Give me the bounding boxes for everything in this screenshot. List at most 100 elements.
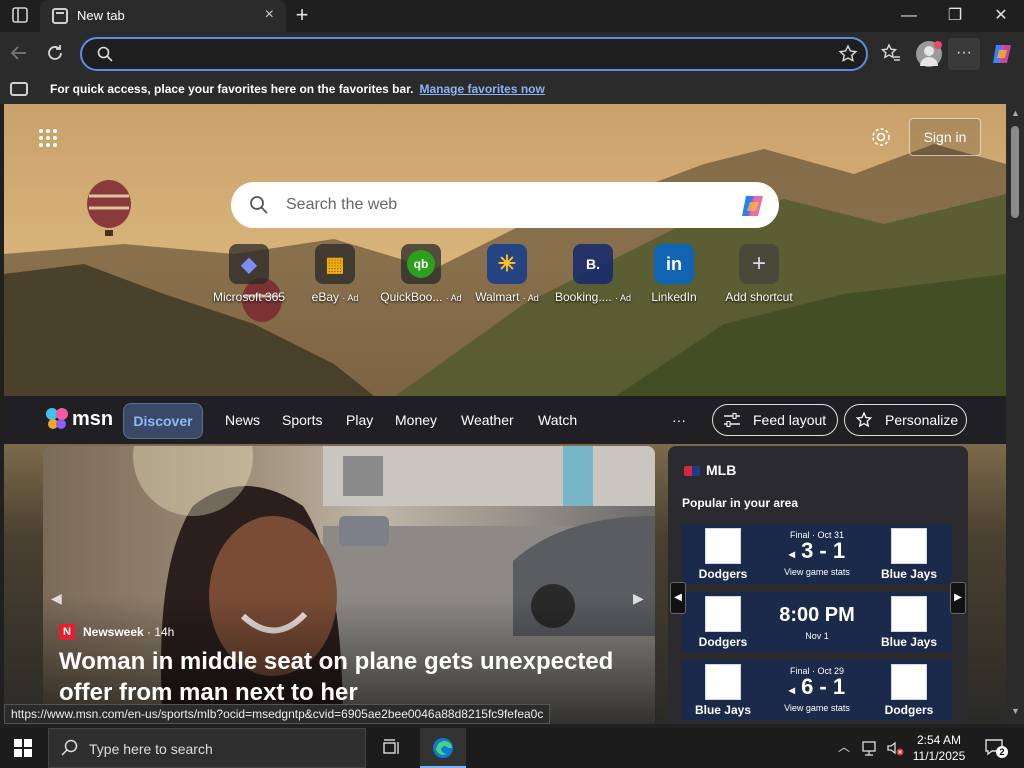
game-row[interactable]: Blue Jays Final · Oct 29 ◂ 6 - 1 View ga…: [682, 660, 952, 720]
search-icon: [96, 45, 116, 65]
task-view-icon[interactable]: [382, 738, 402, 758]
profile-alert-badge: [934, 41, 942, 49]
shortcut-label: Walmart: [475, 290, 520, 304]
away-team: Blue Jays: [874, 526, 944, 581]
shortcut-booking[interactable]: B. Booking.... · Ad: [550, 244, 636, 304]
tab-actions-icon[interactable]: [10, 6, 30, 26]
show-hidden-icons-chevron-icon[interactable]: ︿: [838, 738, 854, 754]
msn-butterfly-icon: [46, 408, 68, 429]
manage-favorites-link[interactable]: Manage favorites now: [419, 82, 544, 96]
personalize-button[interactable]: Personalize: [844, 404, 967, 436]
mlb-subtitle: Popular in your area: [682, 496, 799, 510]
favorites-icon[interactable]: [880, 42, 904, 66]
tab-weather[interactable]: Weather: [461, 412, 514, 428]
tab-discover[interactable]: Discover: [123, 403, 203, 439]
scroll-down-arrow[interactable]: ▼: [1011, 706, 1020, 716]
status-bar-url: https://www.msn.com/en-us/sports/mlb?oci…: [4, 704, 551, 724]
game-score: 6 - 1: [801, 674, 846, 699]
add-shortcut-button[interactable]: + Add shortcut: [716, 244, 802, 304]
tab-play[interactable]: Play: [346, 412, 373, 428]
plus-icon: +: [739, 244, 779, 284]
new-tab-button[interactable]: +: [290, 2, 314, 28]
web-search-box[interactable]: Search the web: [231, 182, 779, 228]
article-headline[interactable]: Woman in middle seat on plane gets unexp…: [59, 646, 619, 708]
maximize-button[interactable]: ❐: [940, 4, 970, 28]
refresh-button[interactable]: [44, 42, 68, 66]
team-name: Blue Jays: [880, 567, 938, 581]
network-icon[interactable]: [862, 739, 880, 757]
page-scrollbar[interactable]: ▲ ▼: [1006, 104, 1024, 724]
sign-in-button[interactable]: Sign in: [909, 118, 981, 156]
copilot-search-icon[interactable]: [739, 192, 767, 220]
personalize-label: Personalize: [885, 412, 959, 428]
minimize-button[interactable]: —: [894, 4, 924, 28]
taskbar-edge-button[interactable]: [420, 728, 466, 768]
view-game-stats-link[interactable]: View game stats: [757, 703, 877, 713]
tab-watch[interactable]: Watch: [538, 412, 577, 428]
mlb-logo-icon: [684, 466, 700, 476]
page-settings-gear-icon[interactable]: [870, 126, 892, 148]
booking-icon: B.: [573, 244, 613, 284]
tab-title: New tab: [77, 8, 125, 23]
clock-date: 11/1/2025: [912, 749, 966, 763]
linkedin-icon: in: [654, 244, 694, 284]
new-tab-page-icon: [52, 8, 68, 24]
mlb-next-button[interactable]: ▶: [950, 582, 966, 614]
back-button[interactable]: [8, 42, 32, 66]
scrollbar-thumb[interactable]: [1011, 126, 1019, 218]
msn-logo[interactable]: msn: [44, 404, 114, 434]
tab-sports[interactable]: Sports: [282, 412, 322, 428]
away-team: Blue Jays: [874, 594, 944, 649]
ebay-icon: ▦: [315, 244, 355, 284]
copilot-icon[interactable]: [990, 42, 1014, 66]
clock-time: 2:54 AM: [916, 733, 962, 747]
sliders-icon: [724, 413, 740, 427]
team-logo-image: [891, 596, 927, 632]
address-bar[interactable]: [80, 37, 868, 71]
taskbar-clock[interactable]: 2:54 AM 11/1/2025: [904, 732, 974, 764]
windows-taskbar: Type here to search ︿ 2:54 AM 11/1/2025 …: [0, 728, 1024, 768]
team-name: Blue Jays: [694, 703, 752, 717]
team-logo-image: [891, 664, 927, 700]
windows-start-icon[interactable]: [14, 739, 32, 757]
carousel-next-button[interactable]: ▶: [633, 590, 649, 606]
more-tabs-button[interactable]: ···: [672, 412, 686, 428]
game-score: 3 - 1: [801, 538, 846, 563]
shortcut-quickbooks[interactable]: qb QuickBoo... · Ad: [378, 244, 464, 304]
team-name: Dodgers: [698, 635, 748, 649]
volume-muted-icon[interactable]: [886, 739, 904, 757]
scroll-up-arrow[interactable]: ▲: [1011, 108, 1020, 118]
tab-news[interactable]: News: [225, 412, 260, 428]
feed-layout-button[interactable]: Feed layout: [712, 404, 838, 436]
team-logo-image: [705, 596, 741, 632]
hero-article[interactable]: ◀ ▶ N Newsweek · 14h Woman in middle sea…: [43, 446, 655, 724]
away-team: Dodgers: [874, 662, 944, 717]
tab-new-tab[interactable]: New tab ×: [40, 0, 286, 32]
close-window-button[interactable]: ✕: [986, 4, 1016, 28]
view-game-stats-link[interactable]: View game stats: [757, 567, 877, 577]
game-time: 8:00 PM: [779, 604, 855, 626]
shortcut-linkedin[interactable]: in LinkedIn: [631, 244, 717, 304]
game-row[interactable]: Dodgers Final · Oct 31 ◂ 3 - 1 View game…: [682, 524, 952, 584]
carousel-prev-button[interactable]: ◀: [51, 590, 67, 606]
mlb-title: MLB: [706, 462, 737, 478]
shortcut-ebay[interactable]: ▦ eBay · Ad: [292, 244, 378, 304]
shortcut-microsoft-365[interactable]: ◆ Microsoft 365: [206, 244, 292, 304]
shortcut-label: Add shortcut: [725, 290, 793, 304]
game-row[interactable]: Dodgers 8:00 PM Nov 1 Blue Jays: [682, 592, 952, 652]
profile-avatar[interactable]: [916, 41, 942, 67]
favorite-star-icon[interactable]: [838, 44, 860, 66]
edge-browser-icon: [433, 738, 453, 758]
notification-count-badge: 2: [996, 746, 1008, 758]
mlb-prev-button[interactable]: ◀: [670, 582, 686, 614]
shortcut-walmart[interactable]: ✳ Walmart · Ad: [464, 244, 550, 304]
taskbar-search-box[interactable]: Type here to search: [48, 728, 366, 768]
notification-center-icon[interactable]: 2: [984, 738, 1008, 758]
tab-close-button[interactable]: ×: [265, 6, 274, 24]
team-logo-image: [705, 528, 741, 564]
settings-and-more-button[interactable]: ···: [948, 38, 980, 70]
ad-tag: · Ad: [342, 293, 359, 303]
home-team: Dodgers: [688, 594, 758, 649]
tab-money[interactable]: Money: [395, 412, 437, 428]
apps-launcher-icon[interactable]: [38, 128, 58, 148]
